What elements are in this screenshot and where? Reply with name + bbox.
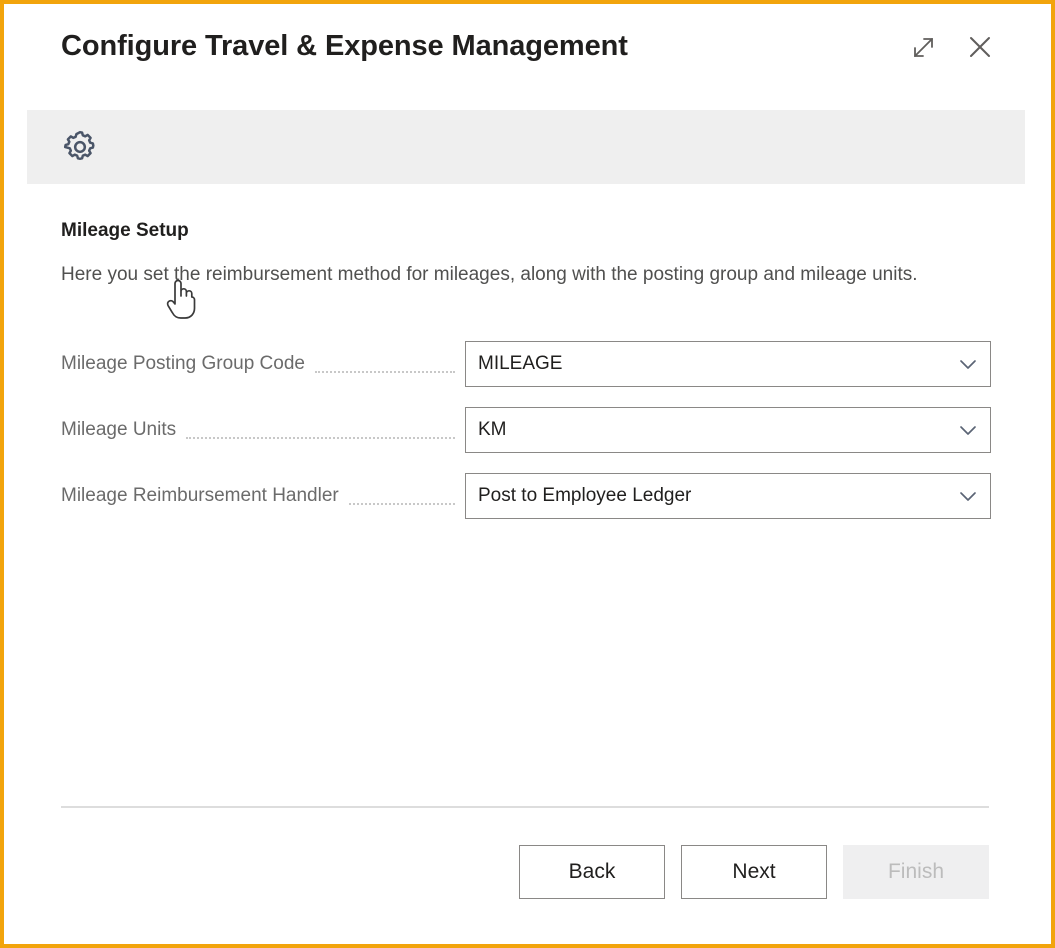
- dropdown-mileage-units[interactable]: KM: [465, 407, 991, 453]
- gear-icon: [60, 127, 100, 167]
- wizard-banner: [27, 110, 1025, 184]
- close-icon[interactable]: [963, 30, 997, 64]
- field-label-mileage-posting-group-code: Mileage Posting Group Code: [61, 353, 305, 374]
- leader-dots: [348, 484, 455, 505]
- chevron-down-icon[interactable]: [946, 408, 990, 452]
- next-button[interactable]: Next: [681, 845, 827, 899]
- back-button[interactable]: Back: [519, 845, 665, 899]
- page-title: Configure Travel & Expense Management: [61, 30, 628, 62]
- wizard-content: Mileage Setup Here you set the reimburse…: [4, 184, 1051, 944]
- field-value: KM: [478, 419, 507, 440]
- window-titlebar: Configure Travel & Expense Management: [4, 4, 1051, 100]
- footer-divider: [61, 806, 989, 808]
- expand-diagonal-icon[interactable]: [907, 30, 941, 64]
- finish-button: Finish: [843, 845, 989, 899]
- section-description: Here you set the reimbursement method fo…: [61, 264, 918, 285]
- leader-dots: [314, 352, 455, 373]
- field-label-mileage-reimbursement-handler: Mileage Reimbursement Handler: [61, 485, 339, 506]
- field-value: MILEAGE: [478, 353, 563, 374]
- field-value: Post to Employee Ledger: [478, 485, 692, 506]
- configure-wizard-window: Configure Travel & Expense Management Mi…: [0, 0, 1055, 948]
- field-row: Mileage Posting Group Code MILEAGE: [61, 341, 991, 387]
- field-row: Mileage Reimbursement Handler Post to Em…: [61, 473, 991, 519]
- dropdown-mileage-reimbursement-handler[interactable]: Post to Employee Ledger: [465, 473, 991, 519]
- chevron-down-icon[interactable]: [946, 474, 990, 518]
- field-label-mileage-units: Mileage Units: [61, 419, 177, 440]
- field-row: Mileage Units KM: [61, 407, 991, 453]
- dropdown-mileage-posting-group-code[interactable]: MILEAGE: [465, 341, 991, 387]
- section-title: Mileage Setup: [61, 220, 189, 241]
- titlebar-actions: [907, 30, 997, 64]
- chevron-down-icon[interactable]: [946, 342, 990, 386]
- leader-dots: [186, 418, 455, 439]
- wizard-footer: Back Next Finish: [4, 845, 1051, 899]
